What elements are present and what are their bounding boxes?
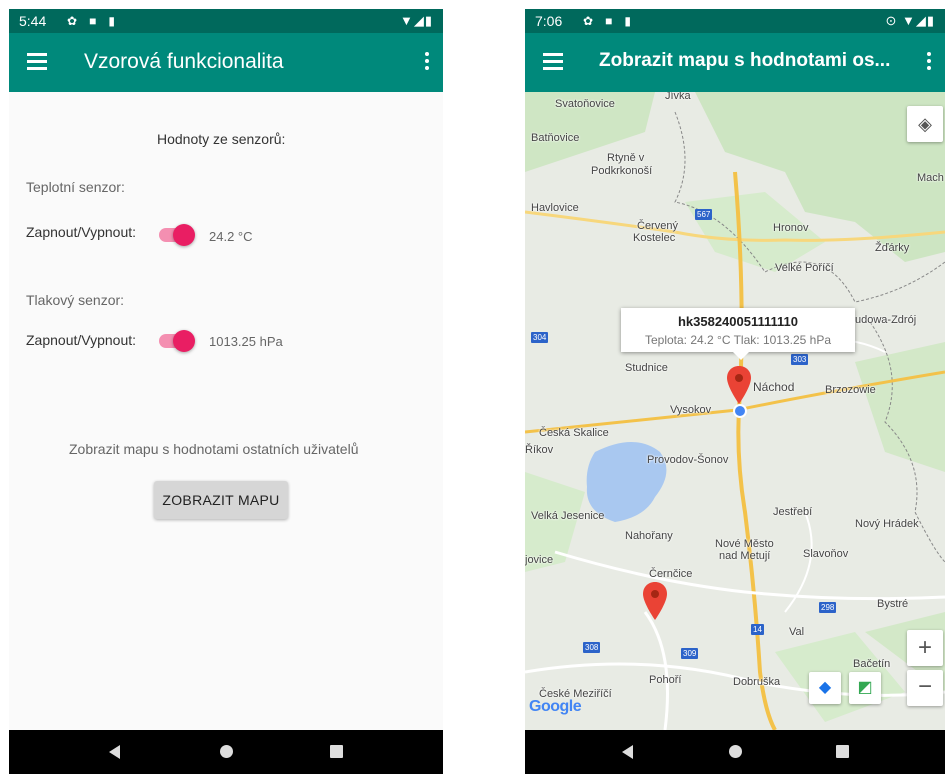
map-marker-icon[interactable]: [727, 366, 751, 404]
my-location-icon[interactable]: ◈: [907, 106, 943, 142]
home-icon[interactable]: [220, 745, 233, 758]
marker-info-window[interactable]: hk358240051111110 Teplota: 24.2 °C Tlak:…: [621, 308, 855, 360]
back-icon[interactable]: [108, 745, 120, 759]
directions-icon[interactable]: ◆: [809, 672, 841, 704]
place-label: Slavoňov: [803, 548, 849, 560]
google-attribution: Google: [529, 698, 582, 715]
place-label: Nové Město: [715, 538, 774, 550]
zoom-in-button[interactable]: +: [907, 630, 943, 666]
pressure-switch[interactable]: [159, 330, 195, 352]
place-label: Kostelec: [633, 232, 676, 244]
page-title: Zobrazit mapu s hodnotami os...: [599, 50, 891, 71]
left-phone-screen: 5:44 ✿ ■ ▮ ▼◢▮ Vzorová funkcionalita Hod…: [9, 9, 443, 774]
place-label: Žďárky: [875, 242, 910, 254]
place-label: Červený: [637, 220, 678, 232]
recents-icon[interactable]: [330, 745, 344, 758]
route-shield: 309: [681, 648, 699, 659]
route-shield: 14: [751, 624, 764, 635]
status-bar: 5:44 ✿ ■ ▮ ▼◢▮: [9, 9, 443, 33]
place-label: Batňovice: [531, 132, 580, 144]
gear-icon: ✿: [67, 14, 78, 28]
place-label: Říkov: [525, 444, 554, 456]
home-icon[interactable]: [729, 745, 742, 758]
place-label: Pohoří: [649, 674, 682, 686]
place-label: Náchod: [753, 380, 795, 394]
status-time: 7:06: [535, 13, 563, 29]
place-label: Černčice: [649, 568, 693, 580]
switch-thumb: [173, 224, 195, 246]
menu-icon[interactable]: [543, 53, 563, 70]
square-icon: ■: [605, 14, 613, 28]
place-label: Val: [789, 626, 805, 638]
status-bar: 7:06 ✿ ■ ▮ ⊙ ▼◢▮: [525, 9, 945, 33]
place-label: Havlovice: [531, 202, 579, 214]
place-label: Česká Skalice: [539, 427, 609, 439]
place-label: Velké Poříčí: [775, 262, 834, 274]
place-label: Jestřebí: [773, 506, 813, 518]
pressure-toggle-label: Zapnout/Vypnout:: [26, 332, 137, 348]
more-vert-icon[interactable]: [927, 52, 931, 73]
switch-thumb: [173, 330, 195, 352]
pressure-value: 1013.25 hPa: [209, 334, 283, 349]
navigation-bar: [9, 730, 443, 774]
sensors-heading: Hodnoty ze senzorů:: [157, 131, 286, 147]
place-label: Nahořany: [625, 530, 673, 542]
map-prompt: Zobrazit mapu s hodnotami ostatních uživ…: [69, 441, 359, 457]
place-label: Podkrkonoší: [591, 165, 653, 177]
recents-icon[interactable]: [835, 745, 849, 758]
more-vert-icon[interactable]: [425, 52, 429, 73]
map-marker-icon[interactable]: [643, 582, 667, 620]
place-label: Mach: [917, 172, 944, 184]
navigation-bar: [525, 730, 945, 774]
place-label: Studnice: [625, 362, 668, 374]
temperature-value: 24.2 °C: [209, 229, 253, 244]
back-icon[interactable]: [621, 745, 633, 759]
place-label: Brzozowie: [825, 384, 876, 396]
route-shield: 567: [695, 209, 713, 220]
temperature-sensor-label: Teplotní senzor:: [26, 179, 125, 195]
pressure-sensor-label: Tlakový senzor:: [26, 292, 125, 308]
place-label: Svatoňovice: [555, 98, 615, 110]
route-shield: 303: [791, 354, 809, 365]
my-location-dot: [733, 404, 747, 418]
menu-icon[interactable]: [27, 53, 47, 70]
location-signal-battery-icon: ⊙ ▼◢▮: [885, 13, 935, 28]
place-label: nad Metují: [719, 550, 771, 562]
page-title: Vzorová funkcionalita: [84, 50, 284, 73]
status-time: 5:44: [19, 13, 47, 29]
temperature-switch[interactable]: [159, 224, 195, 246]
place-label: Nový Hrádek: [855, 518, 919, 530]
route-shield: 304: [531, 332, 549, 343]
place-label: Velká Jesenice: [531, 510, 605, 522]
right-phone-screen: 7:06 ✿ ■ ▮ ⊙ ▼◢▮ Zobrazit mapu s hodnota…: [525, 9, 945, 774]
sim-icon: ▮: [624, 14, 631, 28]
app-bar: Zobrazit mapu s hodnotami os...: [525, 33, 945, 92]
route-shield: 308: [583, 642, 601, 653]
place-label: udowa-Zdrój: [855, 314, 917, 326]
route-shield: 298: [819, 602, 837, 613]
app-bar: Vzorová funkcionalita: [9, 33, 443, 92]
place-label: Bačetín: [853, 658, 891, 670]
gear-icon: ✿: [583, 14, 594, 28]
place-label: Provodov-Šonov: [647, 454, 729, 466]
map-view[interactable]: Svatoňovice Jívka Batňovice Rtyně v Podk…: [525, 92, 945, 730]
place-label: Jívka: [665, 92, 691, 102]
place-label: Rtyně v: [607, 152, 645, 164]
square-icon: ■: [89, 14, 97, 28]
google-maps-icon[interactable]: ◩: [849, 672, 881, 704]
info-window-title: hk358240051111110: [677, 314, 799, 329]
info-window-body: Teplota: 24.2 °C Tlak: 1013.25 hPa: [644, 333, 832, 347]
show-map-button[interactable]: ZOBRAZIT MAPU: [154, 481, 288, 519]
place-label: Hronov: [773, 222, 809, 234]
signal-battery-icon: ▼◢▮: [399, 13, 433, 28]
place-label: Dobruška: [733, 676, 781, 688]
place-label: Vysokov: [670, 404, 712, 416]
sim-icon: ▮: [108, 14, 115, 28]
temperature-toggle-label: Zapnout/Vypnout:: [26, 224, 137, 240]
place-label: Bystré: [877, 598, 909, 610]
zoom-out-button[interactable]: −: [907, 670, 943, 706]
place-label: jovice: [525, 554, 554, 566]
